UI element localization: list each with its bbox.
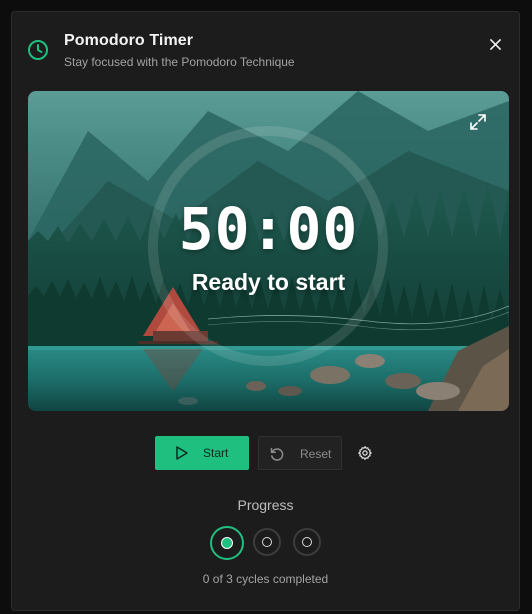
start-button-label: Start (203, 446, 229, 460)
cycle-indicator (253, 528, 281, 556)
cycles-summary: 0 of 3 cycles completed (202, 572, 329, 586)
expand-icon[interactable] (469, 113, 487, 131)
dialog-header: Pomodoro Timer Stay focused with the Pom… (12, 12, 519, 82)
close-button[interactable] (485, 34, 505, 54)
reset-button[interactable]: Reset (258, 436, 342, 470)
play-icon (176, 446, 188, 460)
dialog-subtitle: Stay focused with the Pomodoro Technique (64, 55, 295, 69)
cycle-indicator (293, 528, 321, 556)
reset-button-label: Reset (300, 447, 332, 461)
start-button[interactable]: Start (155, 436, 249, 470)
dialog-title: Pomodoro Timer (64, 32, 194, 49)
pomodoro-dialog: Pomodoro Timer Stay focused with the Pom… (11, 11, 520, 611)
timer-status: Ready to start (191, 269, 346, 295)
close-icon (489, 38, 501, 50)
cycle-indicator-active (210, 526, 244, 560)
progress-title: Progress (237, 497, 294, 513)
reset-icon (270, 447, 284, 461)
clock-icon (28, 40, 48, 60)
cycle-indicators (210, 526, 330, 562)
timer-scene: 50:00 Ready to start (28, 91, 509, 411)
gear-icon[interactable] (357, 445, 373, 461)
timer-display: 50:00 (178, 195, 359, 263)
